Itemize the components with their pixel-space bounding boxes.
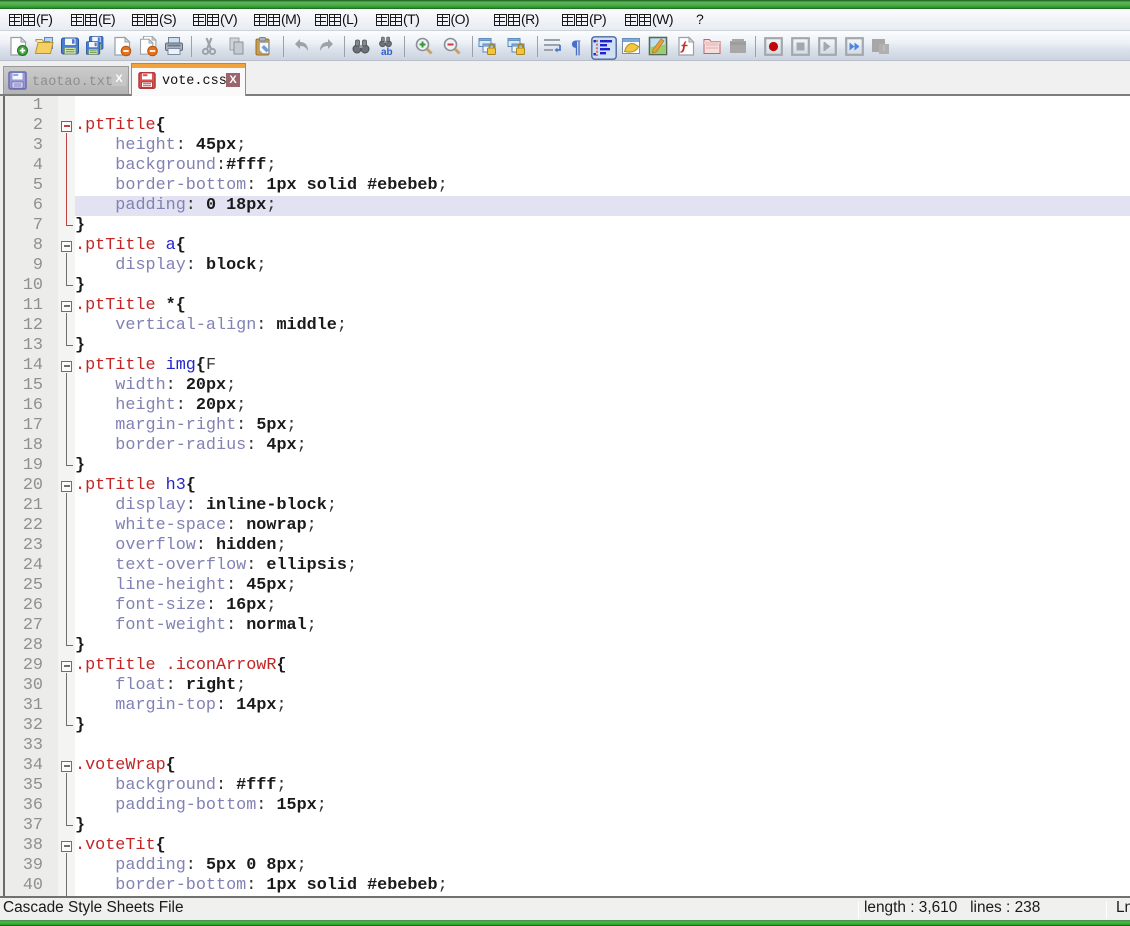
svg-text:¶: ¶	[571, 37, 581, 58]
svg-text:ab: ab	[381, 47, 393, 58]
